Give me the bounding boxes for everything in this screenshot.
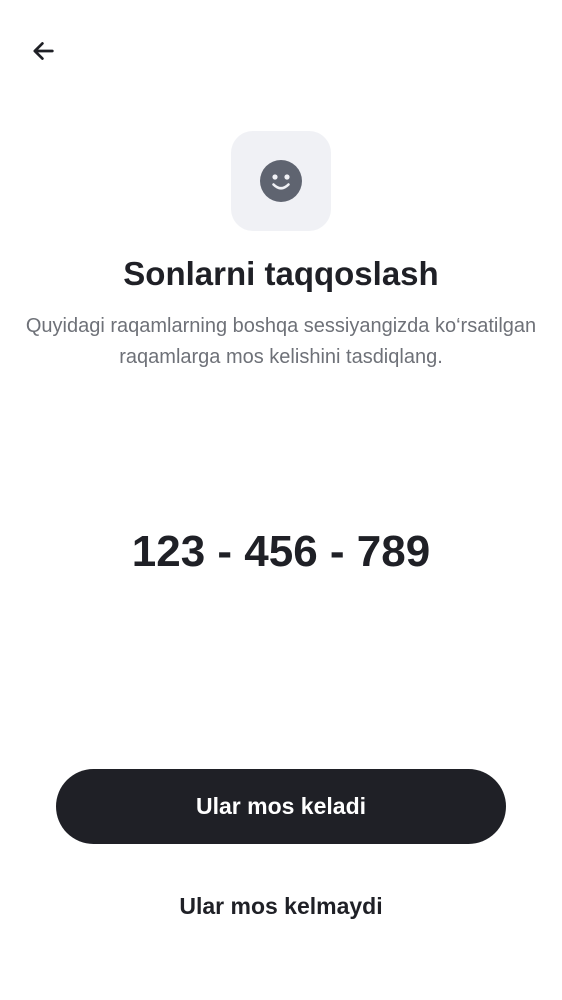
smiley-icon-tile (231, 131, 331, 231)
smiley-face-icon (260, 160, 302, 202)
compare-numbers-screen: Sonlarni taqqoslash Quyidagi raqamlarnin… (0, 0, 562, 1000)
confirm-match-label: Ular mos keladi (195, 793, 367, 819)
page-title: Sonlarni taqqoslash (123, 255, 439, 292)
back-button[interactable] (22, 30, 64, 72)
page-subtitle: Quyidagi raqamlarning boshqa sessiyangiz… (25, 315, 537, 368)
confirm-match-button[interactable]: Ular mos keladi (56, 769, 506, 844)
reject-match-button[interactable]: Ular mos kelmaydi (100, 878, 462, 934)
arrow-left-icon (33, 42, 54, 60)
reject-match-label: Ular mos kelmaydi (179, 892, 383, 919)
verification-code: 123 - 456 - 789 (131, 527, 431, 576)
